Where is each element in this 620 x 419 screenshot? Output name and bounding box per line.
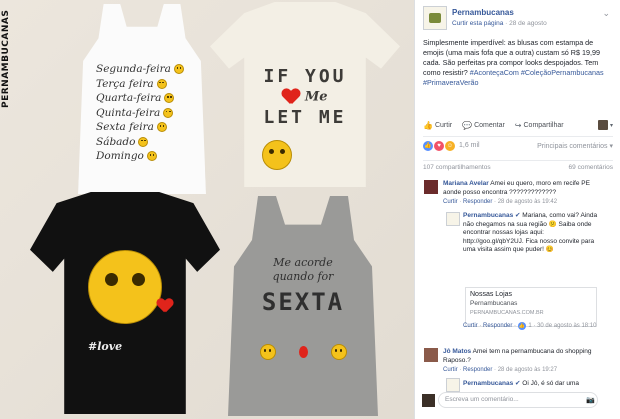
link-url: PERNAMBUCANAS.COM.BR (470, 310, 544, 316)
party-emoji-row (248, 344, 358, 360)
like-button[interactable]: 👍 Curtir (423, 121, 452, 130)
comment-reply-link[interactable]: Responder (463, 367, 492, 373)
link-title: Nossas Lojas (470, 291, 513, 298)
chevron-down-icon[interactable]: ⌄ (602, 8, 610, 19)
comment: Jô Matos Amei tem na pernambucana do sho… (443, 348, 609, 375)
emoji-icon (138, 136, 149, 147)
page-name-link[interactable]: Pernambucanas (452, 8, 514, 17)
weekday-line: Quarta-feira (96, 91, 196, 106)
like-reaction-icon: 👍 (517, 322, 526, 331)
weekday-line: Terça feira (96, 77, 196, 92)
reactions-bar: 👍 ♥ ☺ 1,6 mil Principais comentários ▾ (423, 136, 613, 151)
weekday-line: Sábado (96, 135, 196, 150)
share-button[interactable]: ↪ Compartilhar (515, 121, 564, 130)
party-emoji-icon (259, 344, 276, 360)
post-actions: 👍 Curtir 💬 Comentar ↪ Compartilhar ▾ (423, 118, 613, 132)
link-subtitle: Pernambucanas (470, 300, 518, 307)
page-avatar[interactable] (423, 6, 447, 30)
comment-like-link[interactable]: Curtir (443, 367, 458, 373)
weekday-line: Segunda-feira (96, 62, 196, 77)
kiss-emoji-icon (88, 250, 162, 324)
emoji-icon (156, 122, 167, 132)
weekday-line: Domingo (96, 149, 196, 164)
heart-icon (157, 299, 173, 313)
user-avatar (422, 394, 435, 407)
user-avatar[interactable] (597, 120, 608, 130)
comment-author[interactable]: Jô Matos (443, 348, 471, 355)
comment-author[interactable]: Mariana Avelar (443, 180, 489, 187)
sleeping-emoji-icon (262, 140, 292, 170)
weekday-line: Sexta feira (96, 120, 196, 135)
comment-text: Oi Jô, é só dar uma (522, 380, 580, 387)
emoji-icon (173, 64, 184, 74)
weekday-line: Quinta-feira (96, 106, 196, 121)
comment-reply-link[interactable]: Responder (483, 323, 512, 329)
white-tank-top: Segunda-feira Terça feira Quarta-feira Q… (78, 4, 206, 194)
cream-tshirt: IF YOU Me LET ME (210, 2, 400, 187)
tank-print-text: Me acorde quando for SEXTA (261, 256, 345, 316)
weekday-list: Segunda-feira Terça feira Quarta-feira Q… (96, 62, 196, 164)
engagement-counts: 107 compartilhamentos 69 comentários (423, 160, 613, 171)
comment-reply-link[interactable]: Responder (463, 199, 492, 205)
wow-reaction-icon: ☺ (445, 140, 455, 151)
tshirt-print-text: IF YOU Me LET ME (263, 66, 347, 128)
verified-icon: ✔ (515, 212, 521, 219)
emoji-icon (156, 78, 167, 89)
post-subline: Curtir esta página · 28 de agosto (452, 20, 547, 27)
gray-tank-top: Me acorde quando for SEXTA (228, 196, 378, 416)
comment: Mariana Avelar Amei eu quero, moro em re… (443, 180, 609, 207)
comment-meta: Curtir · Responder · 👍 1 · 30 de agosto … (463, 322, 597, 331)
balloon-icon (298, 346, 308, 358)
caret-down-icon[interactable]: ▾ (610, 122, 613, 129)
reply-meta-block: Curtir · Responder · 👍 1 · 30 de agosto … (463, 321, 613, 331)
post-caption: Simplesmente imperdível: as blusas com e… (423, 38, 604, 87)
brand-watermark: PERNAMBUCANAS (1, 9, 11, 108)
heart-icon (282, 89, 300, 105)
comments-count[interactable]: 69 comentários (569, 164, 613, 171)
camera-icon[interactable]: 📷 (586, 396, 595, 404)
reply-comment: Pernambucanas ✔ Mariana, como vai? Ainda… (463, 212, 605, 255)
commenter-avatar[interactable] (424, 180, 438, 194)
smile-emoji-icon (330, 344, 347, 360)
comment-like-link[interactable]: Curtir (463, 323, 478, 329)
like-reaction-icon: 👍 (423, 140, 433, 151)
post-photo[interactable]: PERNAMBUCANAS Segunda-feira Terça feira … (0, 0, 414, 419)
emoji-icon (146, 151, 157, 161)
comment-like-link[interactable]: Curtir (443, 199, 458, 205)
comment-icon: 💬 (462, 120, 473, 130)
page-avatar[interactable] (446, 212, 460, 226)
emoji-icon (164, 93, 175, 103)
reactions-count[interactable]: 1,6 mil (459, 142, 480, 149)
comment-button[interactable]: 💬 Comentar (462, 121, 505, 130)
like-page-link[interactable]: Curtir esta página (452, 20, 503, 27)
comment-meta: Curtir · Responder · 28 de agosto às 19:… (443, 367, 558, 373)
write-comment-input[interactable]: Escreva um comentário... (438, 392, 598, 408)
emoji-icon (163, 107, 174, 118)
share-icon: ↪ (514, 120, 522, 130)
reply-comment: Pernambucanas ✔ Oi Jô, é só dar uma (463, 380, 608, 389)
shares-count[interactable]: 107 compartilhamentos (423, 164, 491, 171)
love-reaction-icon: ♥ (434, 140, 444, 151)
post-date[interactable]: 28 de agosto (509, 20, 547, 27)
black-tshirt: #love (30, 192, 220, 414)
comment-author[interactable]: Pernambucanas (463, 380, 513, 387)
comment-author[interactable]: Pernambucanas (463, 212, 513, 219)
comment-meta: Curtir · Responder · 28 de agosto às 19:… (443, 199, 558, 205)
verified-icon: ✔ (515, 380, 521, 387)
tshirt-print-text: #love (88, 340, 123, 353)
thumbs-up-icon: 👍 (423, 120, 433, 130)
relevant-comments-toggle[interactable]: Principais comentários ▾ (537, 142, 613, 150)
commenter-avatar[interactable] (424, 348, 438, 362)
page-avatar[interactable] (446, 378, 460, 392)
